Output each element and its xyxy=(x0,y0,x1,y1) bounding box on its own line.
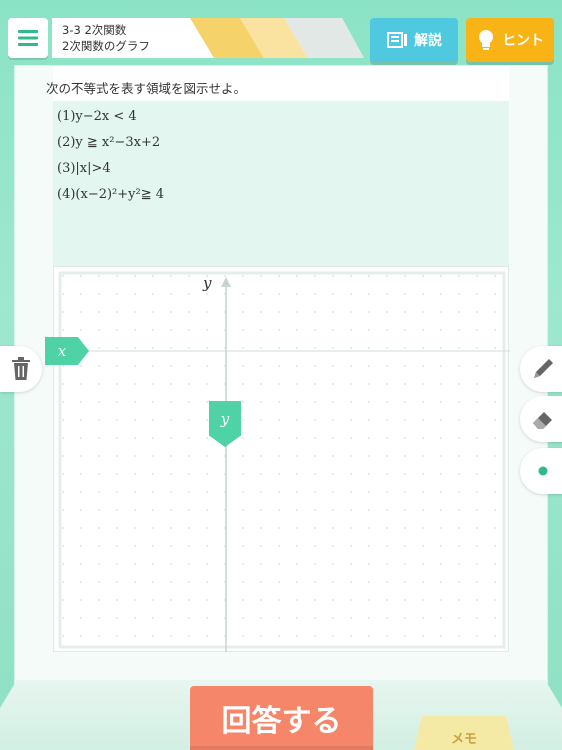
y-axis-label: y xyxy=(203,274,212,292)
eraser-tool-button[interactable] xyxy=(520,396,562,442)
pencil-icon xyxy=(534,359,553,378)
problem-2: (2)y ≧ x²−3x+2 xyxy=(57,135,161,150)
question-prompt: 次の不等式を表す領域を図示せよ。 xyxy=(46,81,247,96)
grid-background xyxy=(54,271,510,653)
trash-icon xyxy=(12,357,30,380)
dot-icon xyxy=(538,466,548,476)
page-title: 2次関数のグラフ xyxy=(62,39,150,53)
problem-4: (4)(x−2)²+y²≧ 4 xyxy=(57,187,165,202)
pen-tool-button[interactable] xyxy=(520,346,562,392)
book-icon xyxy=(387,32,407,48)
drawing-canvas[interactable] xyxy=(53,266,510,653)
lightbulb-icon xyxy=(479,30,493,50)
memo-tab[interactable]: メモ xyxy=(414,716,514,750)
hint-label: ヒント xyxy=(502,33,544,49)
explanation-label: 解説 xyxy=(414,33,442,49)
hamburger-icon xyxy=(18,30,38,46)
section-title: 3-3 2次関数 xyxy=(62,23,127,37)
problem-1: (1)y−2x < 4 xyxy=(57,109,137,124)
problem-3: (3)|x|>4 xyxy=(57,161,111,176)
problem-list: (1)y−2x < 4 (2)y ≧ x²−3x+2 (3)|x|>4 (4)(… xyxy=(53,101,509,266)
hint-button[interactable]: ヒント xyxy=(466,18,554,62)
title-banner: 3-3 2次関数 2次関数のグラフ xyxy=(52,18,364,58)
eraser-icon xyxy=(533,412,552,429)
menu-button[interactable] xyxy=(8,18,48,58)
answer-button[interactable]: 回答する xyxy=(190,686,373,750)
point-tool-button[interactable] xyxy=(520,448,562,494)
explanation-button[interactable]: 解説 xyxy=(370,18,458,62)
